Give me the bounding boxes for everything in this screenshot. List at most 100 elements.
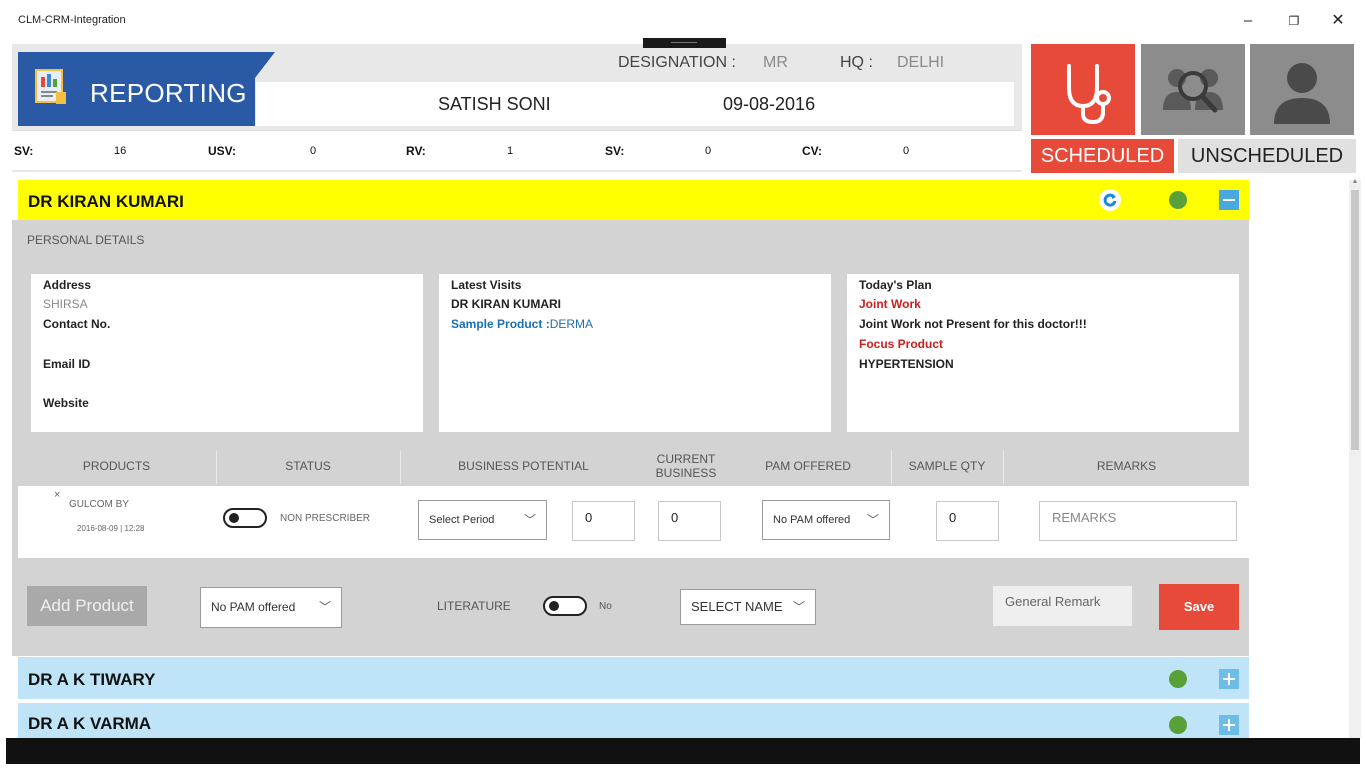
sample-product-line: Sample Product :DERMA — [451, 317, 593, 331]
chevron-down-icon: ﹀ — [866, 513, 879, 527]
maximize-button[interactable]: ❐ — [1274, 8, 1314, 34]
add-product-button[interactable]: Add Product — [27, 586, 147, 626]
personal-details-label: PERSONAL DETAILS — [27, 233, 145, 247]
products-table-header: PRODUCTS STATUS BUSINESS POTENTIAL CURRE… — [18, 446, 1249, 486]
business-potential-input[interactable]: 0 — [572, 501, 635, 541]
remove-product-icon[interactable]: × — [54, 489, 60, 501]
drag-handle[interactable] — [643, 38, 726, 48]
doctor-header-a-k-varma[interactable]: DR A K VARMA — [18, 703, 1249, 738]
location-status-icon[interactable] — [1169, 670, 1187, 688]
col-current-business: CURRENT BUSINESS — [646, 446, 726, 486]
current-business-input[interactable]: 0 — [658, 501, 721, 541]
period-select[interactable]: Select Period ﹀ — [418, 500, 547, 540]
col-status: STATUS — [285, 459, 331, 473]
todays-plan-card: Today's Plan Joint Work Joint Work not P… — [847, 274, 1239, 432]
report-icon — [35, 69, 66, 104]
prescriber-toggle[interactable] — [223, 508, 267, 528]
select-name-value: SELECT NAME — [691, 599, 783, 614]
pam-offered-value: No PAM offered — [773, 514, 851, 526]
focus-product-value: HYPERTENSION — [859, 357, 954, 371]
team-search-icon — [1163, 69, 1223, 113]
col-products: PRODUCTS — [82, 459, 151, 473]
doctor-header-kiran-kumari[interactable]: DR KIRAN KUMARI — [18, 180, 1249, 220]
todays-plan-label: Today's Plan — [859, 278, 932, 292]
product-name: GULCOM BY — [69, 499, 130, 510]
expand-icon[interactable] — [1219, 715, 1239, 735]
user-name: SATISH SONI — [438, 94, 551, 114]
address-label: Address — [43, 278, 92, 292]
address-value: SHIRSA — [43, 297, 88, 311]
minimize-button[interactable]: – — [1228, 8, 1268, 34]
sample-product-label: Sample Product : — [451, 317, 550, 331]
product-timestamp: 2016-08-09 | 12:28 — [77, 524, 145, 533]
doctor-visit-tile[interactable] — [1031, 44, 1135, 135]
sample-product-value: DERMA — [549, 317, 594, 331]
hq-label: HQ : — [840, 54, 873, 71]
literature-toggle[interactable] — [543, 596, 587, 616]
general-remark-input[interactable]: General Remark — [993, 586, 1132, 626]
website-label: Website — [43, 396, 89, 410]
bottom-app-bar — [6, 738, 1360, 764]
col-sample-qty: SAMPLE QTY — [908, 459, 986, 473]
pam-select[interactable]: No PAM offered ﹀ — [200, 587, 342, 628]
reporting-tile[interactable]: REPORTING — [18, 52, 275, 126]
chevron-down-icon: ﹀ — [318, 600, 331, 614]
tab-scheduled[interactable]: SCHEDULED — [1031, 139, 1174, 173]
pam-offered-select[interactable]: No PAM offered ﹀ — [762, 500, 890, 540]
latest-visits-card: Latest Visits DR KIRAN KUMARI Sample Pro… — [439, 274, 831, 432]
stat-value-sv2: 0 — [705, 145, 712, 157]
user-info-box: SATISH SONI 09-08-2016 — [256, 82, 1014, 126]
location-status-icon[interactable] — [1169, 716, 1187, 734]
joint-work-value: Joint Work not Present for this doctor!!… — [859, 317, 1087, 331]
reporting-title: REPORTING — [90, 78, 247, 108]
period-select-value: Select Period — [429, 514, 495, 526]
stat-label-cv: CV: — [802, 144, 823, 158]
stethoscope-icon — [1067, 64, 1111, 125]
contact-label: Contact No. — [43, 317, 111, 331]
team-tile[interactable] — [1141, 44, 1245, 135]
doctor-header-a-k-tiwary[interactable]: DR A K TIWARY — [18, 657, 1249, 699]
stat-label-sv2: SV: — [605, 144, 625, 158]
visit-stats-bar: SV: 16 USV: 0 RV: 1 SV: 0 CV: 0 — [12, 130, 1022, 170]
table-row: × GULCOM BY 2016-08-09 | 12:28 NON PRESC… — [18, 486, 1249, 558]
sample-qty-input[interactable]: 0 — [936, 501, 999, 541]
doctor-name: DR KIRAN KUMARI — [28, 192, 184, 211]
stat-value-usv: 0 — [310, 145, 317, 157]
user-tile[interactable] — [1250, 44, 1354, 135]
expand-icon[interactable] — [1219, 669, 1239, 689]
focus-product-label: Focus Product — [859, 337, 944, 351]
scrollbar-thumb[interactable] — [1351, 190, 1359, 450]
title-bar: CLM-CRM-Integration – ❐ ✕ — [0, 0, 1366, 42]
literature-state: No — [599, 601, 612, 612]
col-pam-offered: PAM OFFERED — [765, 459, 851, 473]
latest-visits-label: Latest Visits — [451, 278, 522, 292]
hq-value: DELHI — [897, 54, 945, 71]
doctor-name: DR A K VARMA — [28, 714, 152, 733]
col-business-potential: BUSINESS POTENTIAL — [458, 459, 589, 473]
email-label: Email ID — [43, 357, 91, 371]
tab-unscheduled[interactable]: UNSCHEDULED — [1178, 139, 1356, 173]
location-status-icon[interactable] — [1169, 191, 1187, 209]
designation-label: DESIGNATION : — [618, 54, 736, 71]
report-date: 09-08-2016 — [723, 94, 816, 114]
contact-card: Address SHIRSA Contact No. Email ID Webs… — [31, 274, 423, 432]
col-remarks: REMARKS — [1096, 459, 1157, 473]
close-button[interactable]: ✕ — [1318, 8, 1358, 34]
designation-value: MR — [763, 54, 788, 71]
col-current-business-line2: BUSINESS — [655, 466, 717, 480]
remarks-input[interactable]: REMARKS — [1039, 501, 1237, 541]
stat-value-rv: 1 — [507, 145, 514, 157]
app-title: CLM-CRM-Integration — [18, 14, 126, 26]
col-current-business-line1: CURRENT — [656, 452, 716, 466]
refresh-icon[interactable] — [1099, 189, 1121, 211]
doctor-name: DR A K TIWARY — [28, 670, 156, 689]
select-name-dropdown[interactable]: SELECT NAME ﹀ — [680, 589, 816, 625]
scroll-up-arrow[interactable]: ▲ — [1349, 178, 1361, 188]
save-button[interactable]: Save — [1159, 584, 1239, 630]
stat-value-sv: 16 — [114, 145, 127, 157]
stat-label-sv: SV: — [14, 144, 34, 158]
collapse-icon[interactable] — [1219, 190, 1239, 210]
stat-label-rv: RV: — [406, 144, 426, 158]
user-icon — [1274, 63, 1330, 124]
stat-label-usv: USV: — [208, 144, 237, 158]
